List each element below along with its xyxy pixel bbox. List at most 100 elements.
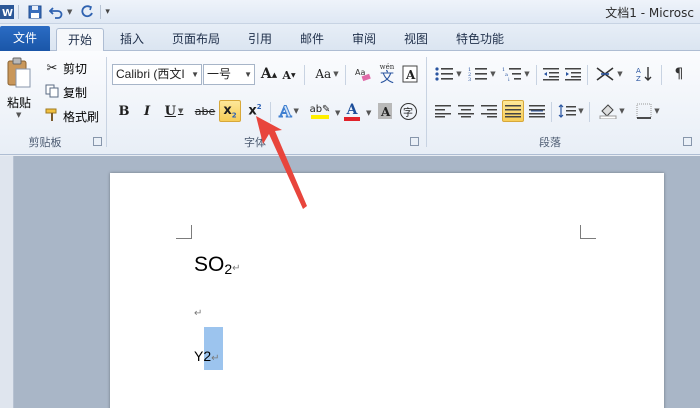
tab-references[interactable]: 引用 xyxy=(240,28,280,51)
paragraph-1[interactable]: SO2↵ xyxy=(194,253,241,277)
paste-label: 粘贴 xyxy=(7,96,32,110)
highlight-color-button[interactable]: ab✎ xyxy=(306,100,334,124)
italic-label: I xyxy=(143,103,151,119)
vertical-ruler xyxy=(0,156,14,408)
justify-button[interactable] xyxy=(502,100,524,122)
divider xyxy=(106,57,107,147)
grow-font-icon[interactable]: A ▲ xyxy=(260,64,278,84)
save-icon[interactable] xyxy=(26,3,44,21)
formula-text: SO xyxy=(194,253,225,276)
divider xyxy=(536,65,537,85)
undo-icon[interactable] xyxy=(47,3,65,21)
distributed-icon[interactable] xyxy=(527,101,547,121)
copy-button[interactable]: 复制 xyxy=(63,84,87,101)
format-painter-button[interactable]: 格式刷 xyxy=(63,108,99,125)
customize-qat-icon[interactable]: ▾ xyxy=(105,7,110,17)
borders-icon[interactable]: ▼ xyxy=(633,101,663,121)
align-left-icon[interactable] xyxy=(433,101,453,121)
bullets-icon[interactable]: ▼ xyxy=(433,64,463,84)
cut-button[interactable]: 剪切 xyxy=(63,60,87,77)
text-effects-button[interactable]: A ▼ xyxy=(276,100,302,122)
title-bar: W ▼ ▾ 文档1 - Microsc xyxy=(0,0,700,24)
phonetic-guide-icon[interactable]: wén 文 xyxy=(377,61,397,87)
character-border-icon[interactable]: A xyxy=(401,64,419,84)
underline-label: U xyxy=(164,103,176,119)
tab-mailings[interactable]: 邮件 xyxy=(292,28,332,51)
multilevel-list-icon[interactable]: 1 a i ▼ xyxy=(501,64,531,84)
font-size-combo[interactable]: 一号 ▼ xyxy=(203,64,255,85)
character-shading-icon[interactable]: A xyxy=(376,101,394,121)
cut-icon[interactable]: ✂ xyxy=(44,60,60,76)
font-color-button[interactable]: A xyxy=(342,100,362,124)
clear-format-icon[interactable]: Aa xyxy=(352,64,374,84)
divider xyxy=(270,102,271,122)
paragraph-3[interactable]: Y2↵ xyxy=(194,348,220,364)
show-formatting-icon[interactable]: ¶ xyxy=(670,64,688,84)
asian-layout-icon[interactable]: ▼ xyxy=(594,64,624,84)
divider xyxy=(304,65,305,85)
superscript-button[interactable]: x2 xyxy=(244,100,266,122)
superscript-icon: x2 xyxy=(248,103,262,119)
italic-button[interactable]: I xyxy=(138,101,156,121)
highlighter-icon: ab✎ xyxy=(309,104,331,115)
chevron-down-icon[interactable]: ▼ xyxy=(335,109,340,117)
align-center-icon[interactable] xyxy=(456,101,476,121)
svg-text:A: A xyxy=(380,105,391,119)
tab-review[interactable]: 审阅 xyxy=(344,28,384,51)
svg-text:A: A xyxy=(636,67,641,75)
decrease-indent-icon[interactable] xyxy=(542,64,560,84)
chevron-down-icon[interactable]: ▼ xyxy=(67,8,72,16)
shading-icon[interactable]: ▼ xyxy=(597,101,627,121)
tab-view[interactable]: 视图 xyxy=(396,28,436,51)
paste-dropdown-icon[interactable]: ▼ xyxy=(16,111,21,119)
chevron-down-icon[interactable]: ▼ xyxy=(244,65,252,84)
align-right-icon[interactable] xyxy=(479,101,499,121)
copy-icon[interactable] xyxy=(44,83,60,99)
strikethrough-button[interactable]: abe xyxy=(194,101,216,121)
tab-home[interactable]: 开始 xyxy=(56,28,104,52)
sort-icon[interactable]: AZ xyxy=(634,64,656,84)
font-size-value: 一号 xyxy=(207,67,232,81)
increase-indent-icon[interactable] xyxy=(564,64,582,84)
paragraph-group-label: 段落 xyxy=(539,136,561,149)
paragraph-mark-icon: ↵ xyxy=(232,263,241,274)
font-launcher-icon[interactable] xyxy=(410,137,419,146)
shrink-font-icon[interactable]: A ▼ xyxy=(281,66,297,84)
change-case-label: Aa xyxy=(315,67,332,81)
change-case-button[interactable]: Aa ▼ xyxy=(313,64,341,84)
svg-text:W: W xyxy=(2,8,13,19)
font-name-value: Calibri (西文I xyxy=(116,67,185,81)
chevron-down-icon[interactable]: ▼ xyxy=(366,109,371,117)
document-page[interactable]: SO2↵ ↵ Y2↵ xyxy=(110,173,664,408)
text-effects-icon: A xyxy=(279,101,292,121)
ribbon-home: 粘贴 ▼ ✂ 剪切 复制 格式刷 剪贴板 Calibri (西文I ▼ 一号 ▼… xyxy=(0,51,700,155)
tab-file[interactable]: 文件 xyxy=(0,26,50,51)
format-painter-icon[interactable] xyxy=(44,107,60,123)
subscript-icon: x2 xyxy=(223,102,237,120)
font-name-combo[interactable]: Calibri (西文I ▼ xyxy=(112,64,202,85)
chevron-down-icon[interactable]: ▼ xyxy=(191,65,199,84)
bold-button[interactable]: B xyxy=(115,101,133,121)
svg-text:i: i xyxy=(508,77,510,82)
word-logo-icon[interactable]: W xyxy=(0,3,14,21)
subscript-button[interactable]: x2 xyxy=(219,100,241,122)
clipboard-launcher-icon[interactable] xyxy=(93,137,102,146)
underline-button[interactable]: U ▼ xyxy=(161,101,187,121)
tab-page-layout[interactable]: 页面布局 xyxy=(165,28,227,51)
redo-icon[interactable] xyxy=(78,3,96,21)
divider xyxy=(18,5,19,19)
quick-access-toolbar: W ▼ ▾ xyxy=(0,0,110,24)
margin-corner-top-left xyxy=(176,225,192,239)
enclose-characters-button[interactable]: 字 xyxy=(398,101,418,121)
margin-corner-top-right xyxy=(580,225,596,239)
paste-button[interactable] xyxy=(4,55,34,91)
phonetic-guide-char: 文 xyxy=(380,69,394,86)
line-spacing-icon[interactable]: ▼ xyxy=(557,101,585,121)
paragraph-2[interactable]: ↵ xyxy=(194,305,202,319)
bold-label: B xyxy=(118,103,130,119)
tab-special-features[interactable]: 特色功能 xyxy=(448,28,512,51)
font-color-icon: A xyxy=(346,102,358,118)
paragraph-launcher-icon[interactable] xyxy=(683,137,692,146)
numbering-icon[interactable]: 1 2 3 ▼ xyxy=(467,64,497,84)
tab-insert[interactable]: 插入 xyxy=(112,28,152,51)
